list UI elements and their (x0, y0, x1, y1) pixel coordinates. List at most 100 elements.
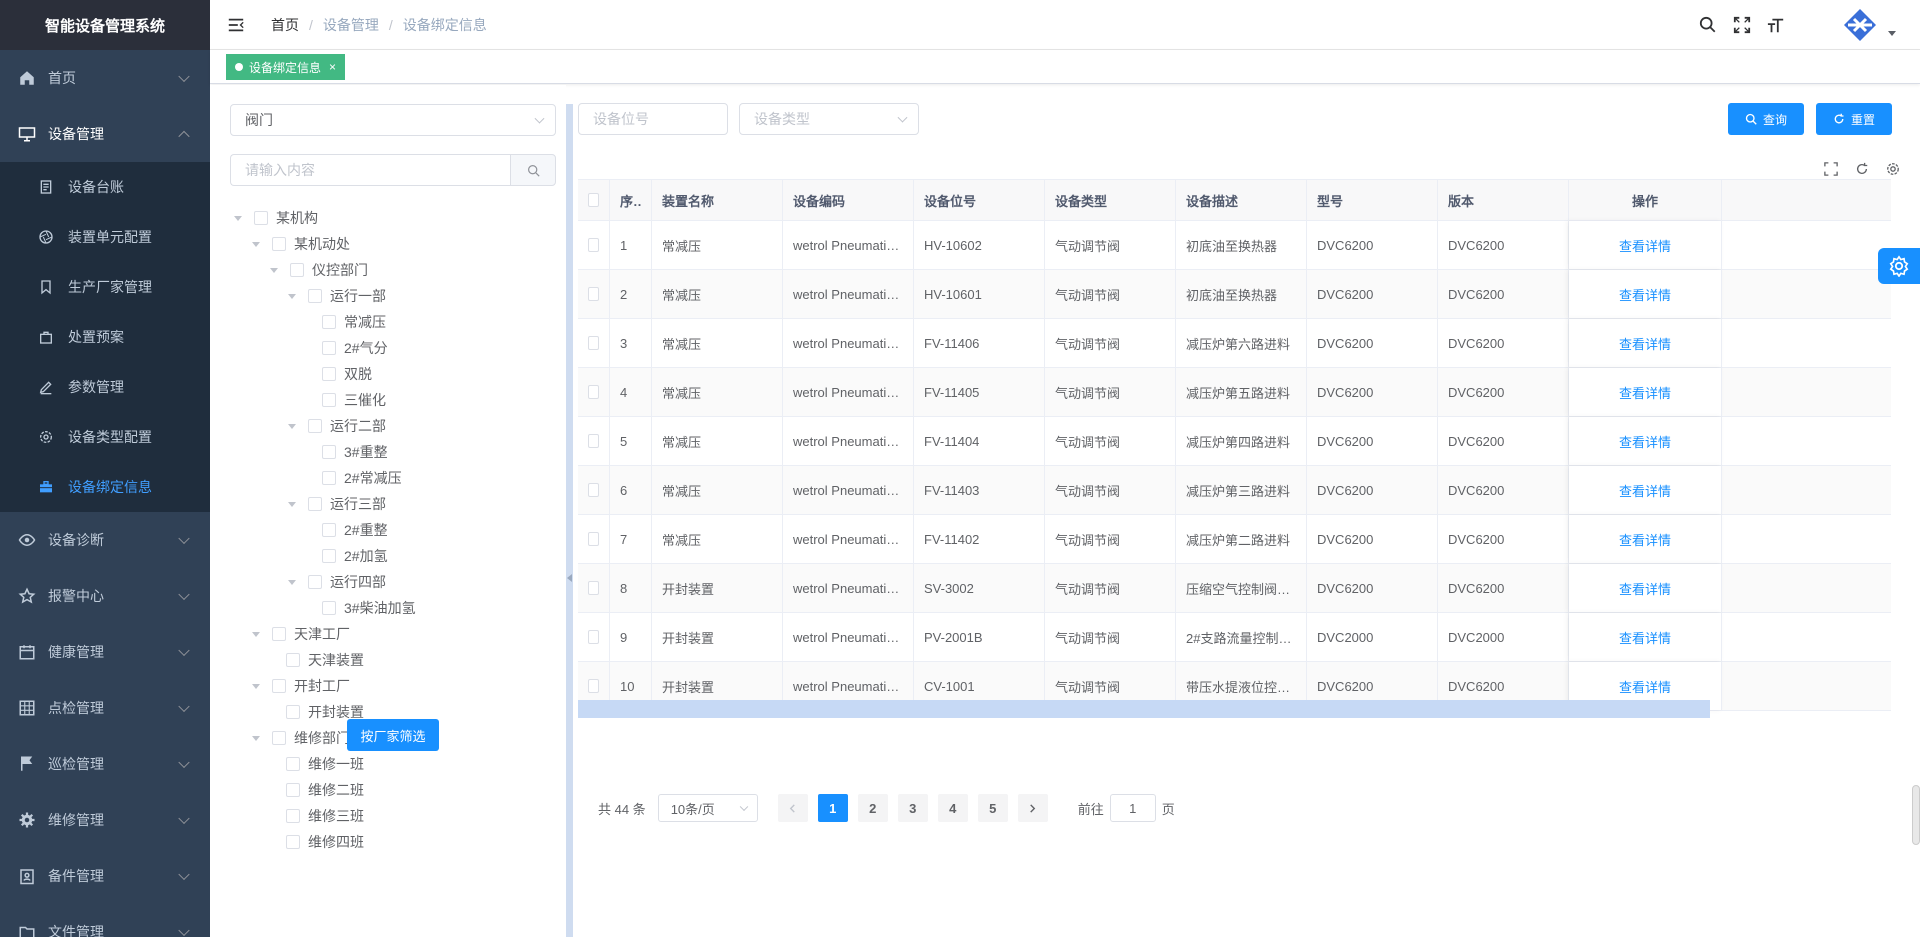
tree-search-input[interactable]: 请输入内容 (230, 154, 510, 186)
page-button[interactable]: 5 (977, 794, 1008, 822)
table-row[interactable]: 3 常减压 wetrol PneumaticContr… FV-11406 气动调节阀 减… (578, 319, 1891, 368)
table-row[interactable]: 9 开封装置 wetrol PneumaticContr… PV-2001B 气动调节阀… (578, 613, 1891, 662)
user-menu[interactable] (1840, 5, 1896, 45)
sidebar-item-files[interactable]: 文件管理 (0, 904, 210, 937)
tree-node[interactable]: 某机构 (230, 205, 560, 231)
sidebar-item-diagnosis[interactable]: 设备诊断 (0, 512, 210, 568)
tree-node[interactable]: 某机动处 (230, 231, 560, 257)
view-details-link[interactable]: 查看详情 (1619, 432, 1671, 451)
row-checkbox[interactable] (588, 679, 599, 693)
tree-node-checkbox[interactable] (286, 835, 300, 849)
caret-down-icon[interactable] (252, 735, 260, 741)
tree-node[interactable]: 运行三部 (230, 491, 560, 517)
table-row[interactable]: 6 常减压 wetrol PneumaticContr… FV-11403 气动调节阀 减… (578, 466, 1891, 515)
caret-down-icon[interactable] (252, 631, 260, 637)
page-button[interactable]: 3 (897, 794, 928, 822)
caret-down-icon[interactable] (288, 423, 296, 429)
view-details-link[interactable]: 查看详情 (1619, 677, 1671, 696)
tree-node-checkbox[interactable] (322, 523, 336, 537)
tree-node-checkbox[interactable] (272, 731, 286, 745)
sidebar-item-device-ledger[interactable]: 设备台账 (0, 162, 210, 212)
caret-down-icon[interactable] (270, 267, 278, 273)
tree-node-checkbox[interactable] (322, 393, 336, 407)
table-row[interactable]: 8 开封装置 wetrol PneumaticContr… SV-3002 气动调节阀 压… (578, 564, 1891, 613)
tree-node-checkbox[interactable] (322, 315, 336, 329)
tree-node[interactable]: 2#重整 (230, 517, 560, 543)
row-checkbox[interactable] (588, 336, 599, 350)
tree-node-checkbox[interactable] (286, 757, 300, 771)
sidebar-item-maintenance[interactable]: 维修管理 (0, 792, 210, 848)
page-size-select[interactable]: 10条/页 (657, 794, 758, 822)
table-row[interactable]: 4 常减压 wetrol PneumaticContr… FV-11405 气动调节阀 减… (578, 368, 1891, 417)
tree-node-checkbox[interactable] (322, 367, 336, 381)
goto-page-input[interactable]: 1 (1109, 794, 1156, 822)
page-button[interactable]: 1 (817, 794, 848, 822)
tree-node-checkbox[interactable] (286, 653, 300, 667)
prev-page-button[interactable] (777, 794, 808, 822)
theme-settings-button[interactable] (1878, 248, 1920, 284)
view-details-link[interactable]: 查看详情 (1619, 334, 1671, 353)
tree-node[interactable]: 天津装置 (230, 647, 560, 673)
breadcrumb-item-home[interactable]: 首页 (271, 15, 299, 35)
tree-node-checkbox[interactable] (322, 601, 336, 615)
row-checkbox[interactable] (588, 483, 599, 497)
tree-node-checkbox[interactable] (254, 211, 268, 225)
tree-node[interactable]: 维修二班 (230, 777, 560, 803)
tree-node-checkbox[interactable] (322, 445, 336, 459)
select-all-checkbox[interactable] (588, 193, 599, 207)
panel-splitter[interactable] (566, 104, 573, 937)
row-checkbox[interactable] (588, 630, 599, 644)
device-type-select[interactable]: 设备类型 (739, 103, 919, 135)
fullscreen-icon[interactable] (1732, 15, 1752, 35)
table-horizontal-scrollbar[interactable] (578, 700, 1710, 718)
sidebar-item-spare-parts[interactable]: 备件管理 (0, 848, 210, 904)
view-details-link[interactable]: 查看详情 (1619, 530, 1671, 549)
font-size-icon[interactable] (1766, 15, 1786, 35)
sidebar-item-health[interactable]: 健康管理 (0, 624, 210, 680)
sidebar-item-device-binding[interactable]: 设备绑定信息 (0, 462, 210, 512)
tree-node[interactable]: 维修四班 (230, 829, 560, 855)
sidebar-item-device-management[interactable]: 设备管理 (0, 106, 210, 162)
tree-node[interactable]: 仪控部门 (230, 257, 560, 283)
caret-down-icon[interactable] (288, 293, 296, 299)
row-checkbox[interactable] (588, 434, 599, 448)
tree-search-button[interactable] (510, 154, 556, 186)
row-checkbox[interactable] (588, 581, 599, 595)
sidebar-item-disposal-plan[interactable]: 处置预案 (0, 312, 210, 362)
hamburger-icon[interactable] (227, 15, 247, 35)
edge-handle[interactable] (1912, 785, 1920, 845)
tree-node[interactable]: 运行一部 (230, 283, 560, 309)
tree-node[interactable]: 开封工厂 (230, 673, 560, 699)
caret-down-icon[interactable] (288, 501, 296, 507)
tree-node-checkbox[interactable] (308, 419, 322, 433)
view-details-link[interactable]: 查看详情 (1619, 236, 1671, 255)
tree-node[interactable]: 双脱 (230, 361, 560, 387)
tree-node-checkbox[interactable] (272, 237, 286, 251)
tree-node[interactable]: 3#重整 (230, 439, 560, 465)
view-details-link[interactable]: 查看详情 (1619, 383, 1671, 402)
tree-node-checkbox[interactable] (272, 627, 286, 641)
tree-node[interactable]: 常减压 (230, 309, 560, 335)
table-row[interactable]: 7 常减压 wetrol PneumaticContr… FV-11402 气动调节阀 减… (578, 515, 1891, 564)
tag-device-binding[interactable]: 设备绑定信息 × (226, 54, 346, 80)
query-button[interactable]: 查询 (1728, 103, 1804, 135)
sidebar-item-home[interactable]: 首页 (0, 50, 210, 106)
sidebar-item-manufacturer[interactable]: 生产厂家管理 (0, 262, 210, 312)
reset-button[interactable]: 重置 (1816, 103, 1892, 135)
tree-node[interactable]: 天津工厂 (230, 621, 560, 647)
page-button[interactable]: 2 (857, 794, 888, 822)
table-row[interactable]: 1 常减压 wetrol PneumaticContr… HV-10602 气动调节阀 初… (578, 221, 1891, 270)
tree-node-checkbox[interactable] (272, 679, 286, 693)
tree-node[interactable]: 3#柴油加氢 (230, 595, 560, 621)
sidebar-item-parameters[interactable]: 参数管理 (0, 362, 210, 412)
caret-down-icon[interactable] (234, 215, 242, 221)
next-page-button[interactable] (1017, 794, 1048, 822)
sidebar-item-unit-config[interactable]: 装置单元配置 (0, 212, 210, 262)
view-details-link[interactable]: 查看详情 (1619, 481, 1671, 500)
search-icon[interactable] (1698, 15, 1718, 35)
tree-node[interactable]: 2#气分 (230, 335, 560, 361)
sidebar-item-spot-check[interactable]: 点检管理 (0, 680, 210, 736)
tree-node-checkbox[interactable] (322, 471, 336, 485)
row-checkbox[interactable] (588, 385, 599, 399)
sidebar-item-device-type-config[interactable]: 设备类型配置 (0, 412, 210, 462)
